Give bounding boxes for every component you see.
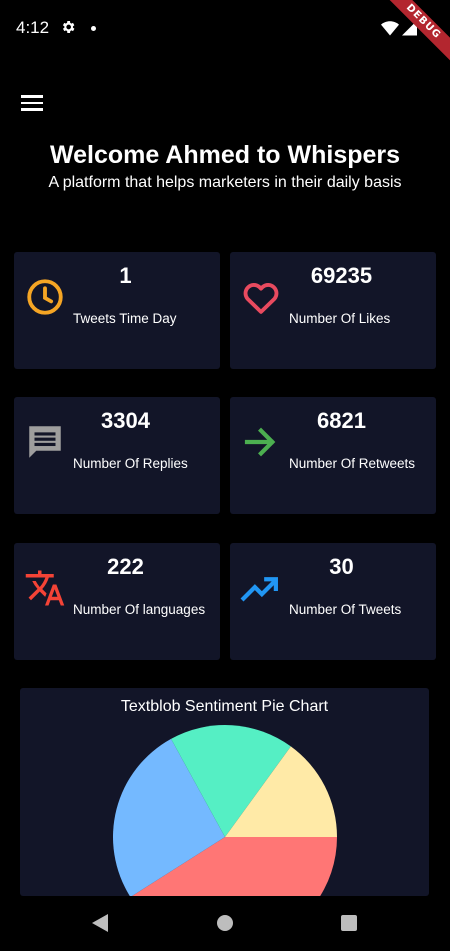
- stat-value: 6821: [317, 408, 366, 433]
- translate-icon: [25, 570, 65, 606]
- stat-label: Number Of Tweets: [289, 602, 402, 617]
- stat-value: 30: [329, 554, 354, 579]
- recents-icon[interactable]: [341, 915, 357, 931]
- stat-value: 3304: [101, 408, 150, 433]
- stat-label: Number Of Replies: [73, 456, 188, 471]
- gear-icon: [62, 21, 75, 33]
- stat-card-languages: 222 Number Of languages: [14, 543, 220, 660]
- system-nav-bar: [0, 896, 450, 951]
- page-title: Welcome Ahmed to Whispers: [49, 141, 401, 169]
- stat-card-tweets: 30 Number Of Tweets: [230, 543, 436, 660]
- home-icon[interactable]: [217, 915, 233, 931]
- heart-icon: [243, 283, 279, 314]
- back-icon[interactable]: [92, 914, 108, 932]
- debug-banner: DEBUG: [371, 0, 450, 74]
- hamburger-menu-icon[interactable]: [21, 95, 43, 111]
- sentiment-chart-card: Textblob Sentiment Pie Chart: [20, 688, 429, 896]
- stat-label: Number Of languages: [73, 602, 206, 617]
- stat-card-replies: 3304 Number Of Replies: [14, 397, 220, 514]
- stat-label: Number Of Retweets: [289, 456, 416, 471]
- stat-value: 1: [119, 263, 132, 288]
- chart-title: Textblob Sentiment Pie Chart: [120, 698, 329, 715]
- notification-dot-icon: [91, 26, 96, 31]
- page-subtitle: A platform that helps marketers in their…: [48, 174, 402, 191]
- comment-icon: [29, 426, 61, 458]
- pie-chart: [113, 725, 337, 896]
- stat-card-retweets: 6821 Number Of Retweets: [230, 397, 436, 514]
- wifi-icon: [381, 21, 399, 36]
- status-time: 4:12: [16, 18, 50, 37]
- stat-label: Tweets Time Day: [73, 311, 177, 326]
- stat-card-tweets-time: 1 Tweets Time Day: [14, 252, 220, 369]
- stat-label: Number Of Likes: [289, 311, 391, 326]
- status-bar: 4:12 DEBUG: [0, 0, 450, 74]
- clock-icon: [27, 279, 63, 315]
- stat-value: 69235: [310, 263, 373, 288]
- trending-up-icon: [240, 577, 278, 602]
- arrow-right-icon: [244, 427, 276, 457]
- stat-value: 222: [107, 554, 144, 579]
- stat-card-likes: 69235 Number Of Likes: [230, 252, 436, 369]
